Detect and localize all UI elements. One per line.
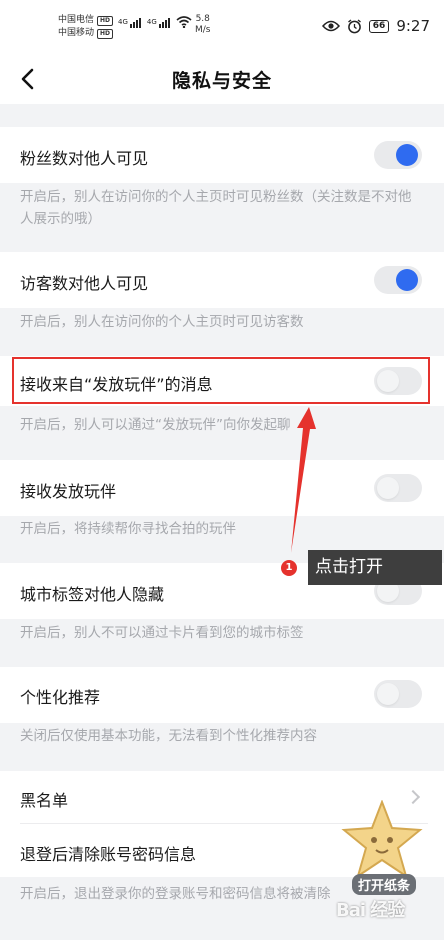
star-sticker-icon: [341, 800, 423, 879]
step-number-badge: 1: [281, 560, 297, 576]
watermark-logo: Bai 经验: [336, 900, 405, 921]
pointer-arrow-icon: [291, 407, 316, 553]
open-note-badge: 打开纸条: [352, 874, 417, 895]
tip-label: 点击打开: [308, 550, 442, 585]
